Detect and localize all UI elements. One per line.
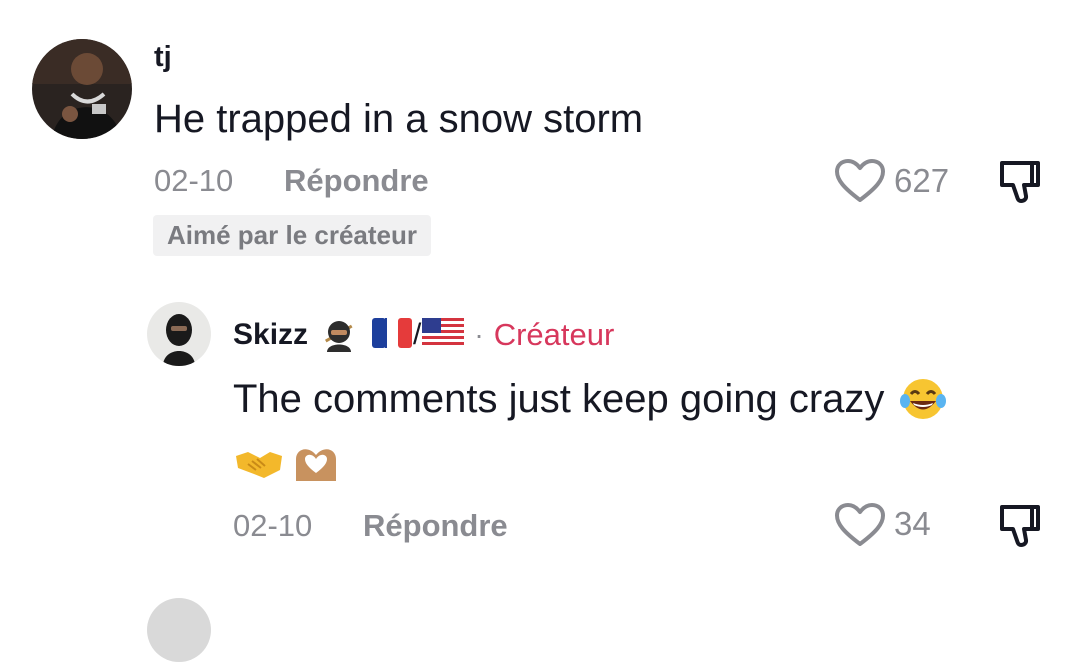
reply-like-count: 34 (894, 505, 931, 542)
reply-button[interactable]: Répondre (284, 163, 429, 199)
liked-by-creator-badge: Aimé par le créateur (153, 215, 432, 256)
dislike-button[interactable] (996, 158, 1044, 204)
flag-separator: / (413, 318, 422, 351)
heart-hands-emoji (290, 443, 342, 483)
separator-dot: · (474, 319, 484, 350)
reply-like-button[interactable] (834, 502, 886, 548)
reply-username[interactable]: Skizz (233, 315, 308, 355)
comment-text: He trapped in a snow storm (154, 97, 644, 141)
like-count: 627 (894, 162, 950, 199)
reply-avatar[interactable] (147, 302, 211, 366)
france-flag (372, 317, 413, 353)
reply-header: Skizz / · Créateur (233, 314, 614, 356)
reply-dislike-button[interactable] (996, 502, 1044, 548)
handshake-emoji (234, 444, 284, 482)
creator-tag: Créateur (493, 317, 615, 352)
thumbs-down-icon (1000, 505, 1040, 547)
laughing-tears-emoji (898, 376, 948, 422)
reply-reply-button[interactable]: Répondre (363, 508, 508, 544)
thumbs-down-icon (1000, 161, 1040, 203)
usa-flag (422, 317, 465, 353)
user-avatar[interactable] (32, 39, 132, 139)
reply-text: The comments just keep going crazy (233, 376, 948, 422)
like-button[interactable] (834, 158, 886, 204)
reply-text-content: The comments just keep going crazy (233, 377, 885, 421)
ninja-emoji (322, 318, 356, 352)
comment-username[interactable]: tj (154, 40, 172, 74)
reply-date: 02-10 (233, 508, 313, 543)
heart-icon (835, 503, 885, 546)
comment-date: 02-10 (154, 163, 234, 198)
heart-icon (835, 159, 885, 202)
reply-emoji-line (234, 443, 342, 483)
next-comment-avatar[interactable] (147, 598, 211, 662)
